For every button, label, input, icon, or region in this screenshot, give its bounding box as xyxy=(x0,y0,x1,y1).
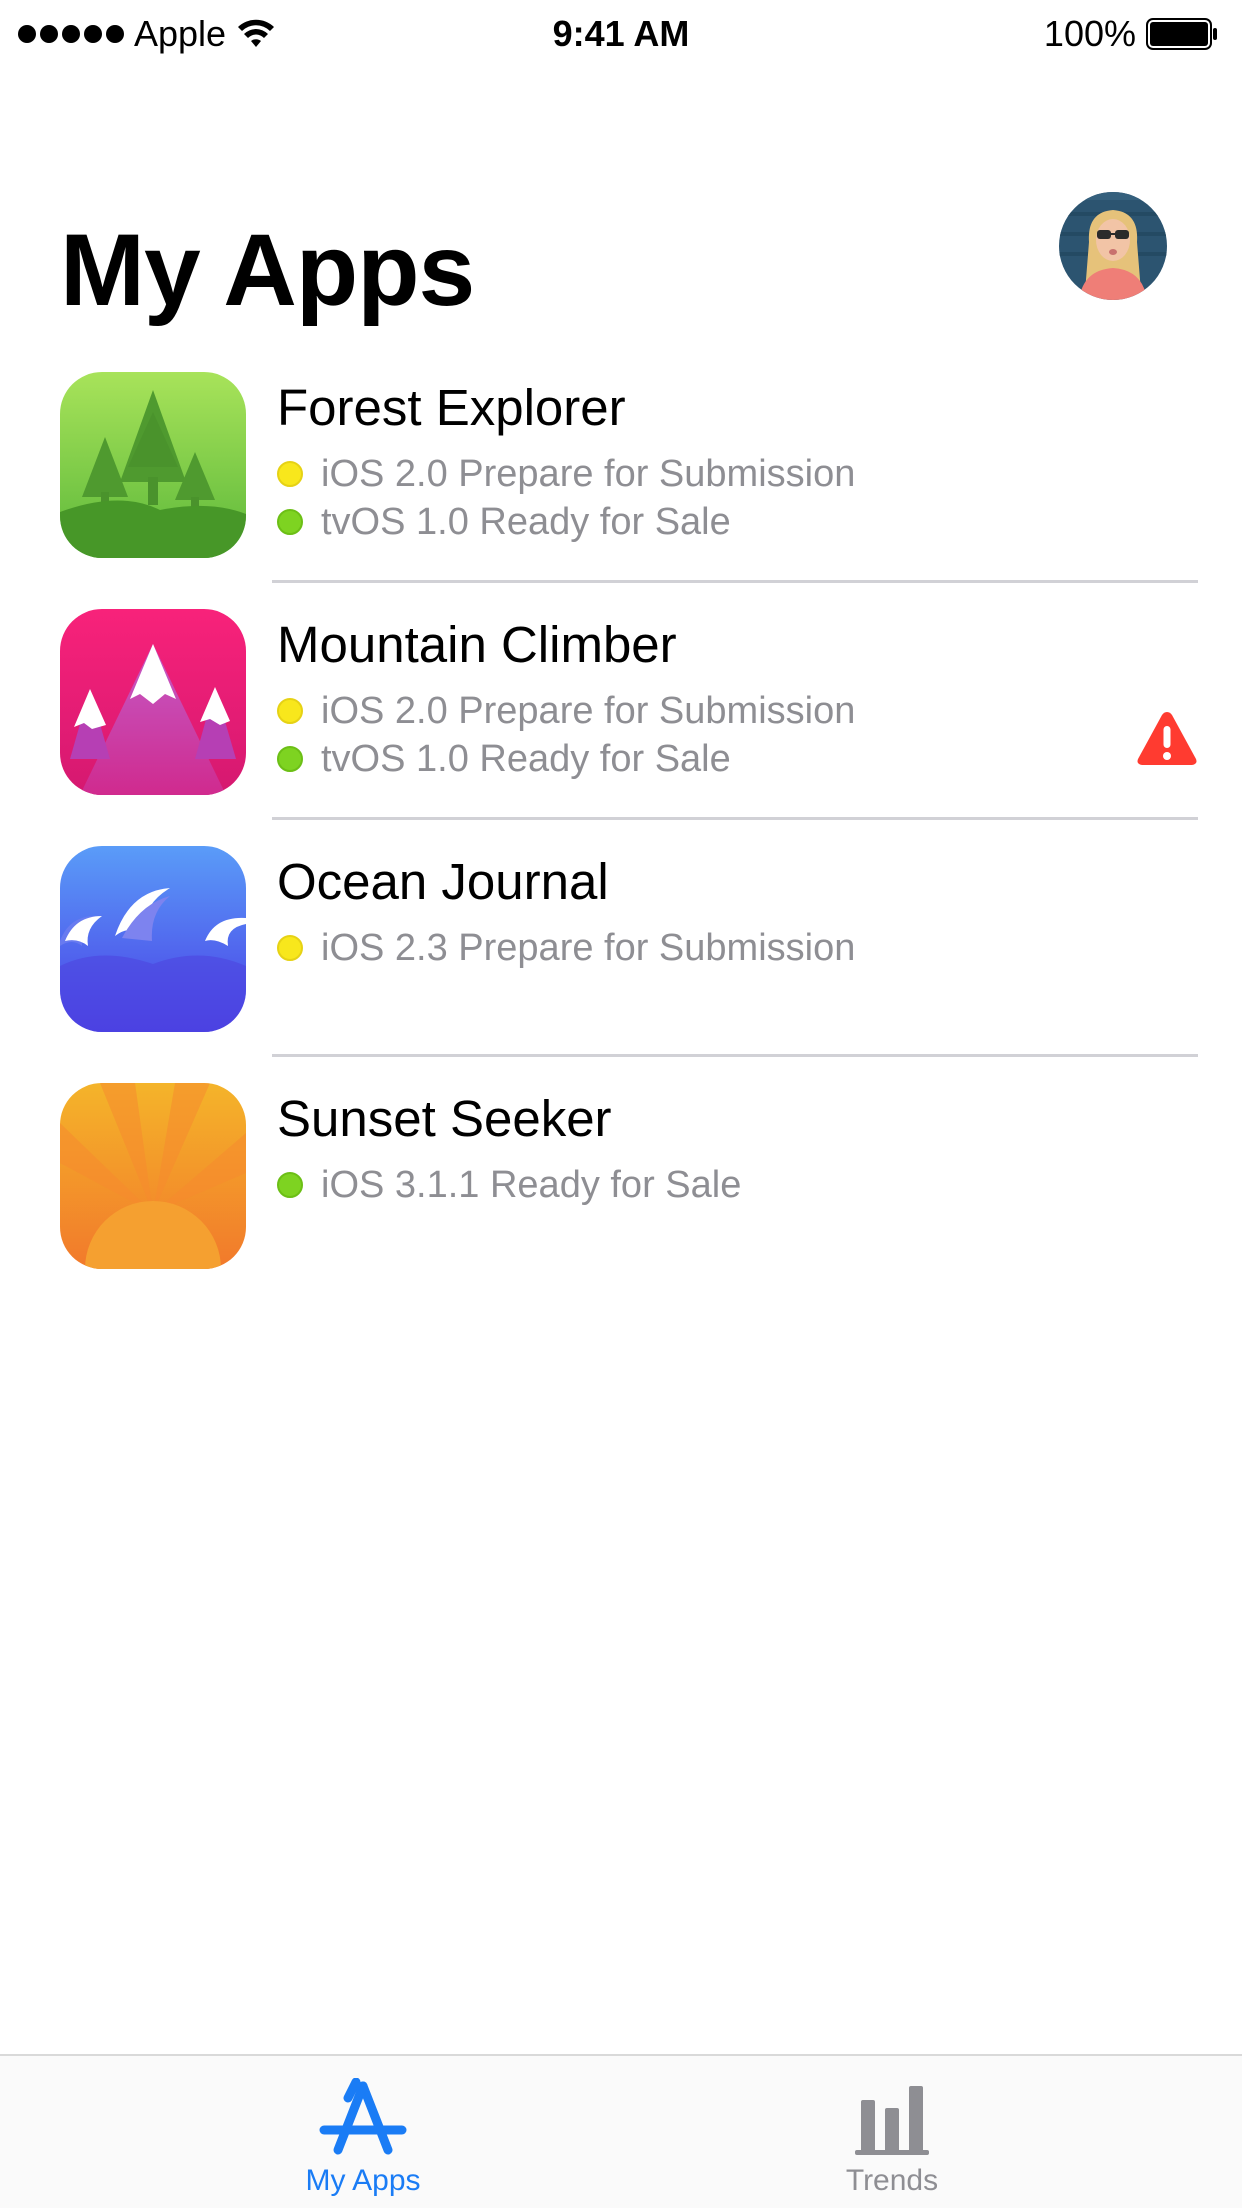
status-dot-green-icon xyxy=(277,746,303,772)
tab-my-apps[interactable]: My Apps xyxy=(253,2078,473,2198)
warning-icon[interactable] xyxy=(1136,709,1198,767)
status-dot-green-icon xyxy=(277,509,303,535)
app-list: Forest Explorer iOS 2.0 Prepare for Subm… xyxy=(0,372,1242,1320)
bar-chart-icon xyxy=(855,2086,929,2155)
tab-bar: My Apps Trends xyxy=(0,2054,1242,2208)
app-status: iOS 2.3 Prepare for Submission xyxy=(277,924,855,972)
app-store-icon xyxy=(319,2078,407,2155)
avatar[interactable] xyxy=(1059,192,1167,300)
status-bar-right: 100% xyxy=(1044,14,1218,54)
status-dot-yellow-icon xyxy=(277,698,303,724)
battery-icon xyxy=(1146,18,1217,50)
app-name: Forest Explorer xyxy=(277,379,626,436)
avatar-image xyxy=(1059,192,1167,300)
forest-icon xyxy=(60,372,246,558)
row-separator xyxy=(272,1054,1198,1057)
status-text: iOS 2.0 Prepare for Submission xyxy=(321,690,856,732)
sunset-icon xyxy=(60,1083,246,1269)
status-bar: Apple 9:41 AM 100% xyxy=(0,0,1242,66)
status-text: tvOS 1.0 Ready for Sale xyxy=(321,738,731,780)
app-row-mountain-climber[interactable]: Mountain Climber iOS 2.0 Prepare for Sub… xyxy=(0,609,1242,846)
app-status: iOS 2.0 Prepare for Submission xyxy=(277,450,855,498)
status-dot-green-icon xyxy=(277,1172,303,1198)
app-name: Sunset Seeker xyxy=(277,1090,612,1147)
tab-trends[interactable]: Trends xyxy=(782,2078,1002,2198)
app-status: iOS 3.1.1 Ready for Sale xyxy=(277,1161,741,1209)
app-row-forest-explorer[interactable]: Forest Explorer iOS 2.0 Prepare for Subm… xyxy=(0,372,1242,609)
row-separator xyxy=(272,580,1198,583)
status-text: iOS 2.3 Prepare for Submission xyxy=(321,927,856,969)
status-dot-yellow-icon xyxy=(277,461,303,487)
ocean-icon xyxy=(60,846,246,1032)
app-row-ocean-journal[interactable]: Ocean Journal iOS 2.3 Prepare for Submis… xyxy=(0,846,1242,1083)
status-text: iOS 2.0 Prepare for Submission xyxy=(321,453,856,495)
app-status: iOS 2.0 Prepare for Submission xyxy=(277,687,855,735)
row-separator xyxy=(272,817,1198,820)
mountain-icon xyxy=(60,609,246,795)
page-title: My Apps xyxy=(60,213,475,327)
status-text: iOS 3.1.1 Ready for Sale xyxy=(321,1164,742,1206)
app-status: tvOS 1.0 Ready for Sale xyxy=(277,498,731,546)
tab-label: My Apps xyxy=(305,2164,421,2197)
tab-label: Trends xyxy=(845,2164,939,2197)
status-dot-yellow-icon xyxy=(277,935,303,961)
app-name: Mountain Climber xyxy=(277,616,677,673)
status-text: tvOS 1.0 Ready for Sale xyxy=(321,501,731,543)
app-status: tvOS 1.0 Ready for Sale xyxy=(277,735,731,783)
app-name: Ocean Journal xyxy=(277,853,609,910)
app-row-sunset-seeker[interactable]: Sunset Seeker iOS 3.1.1 Ready for Sale xyxy=(0,1083,1242,1320)
battery-percentage: 100% xyxy=(1043,13,1136,54)
